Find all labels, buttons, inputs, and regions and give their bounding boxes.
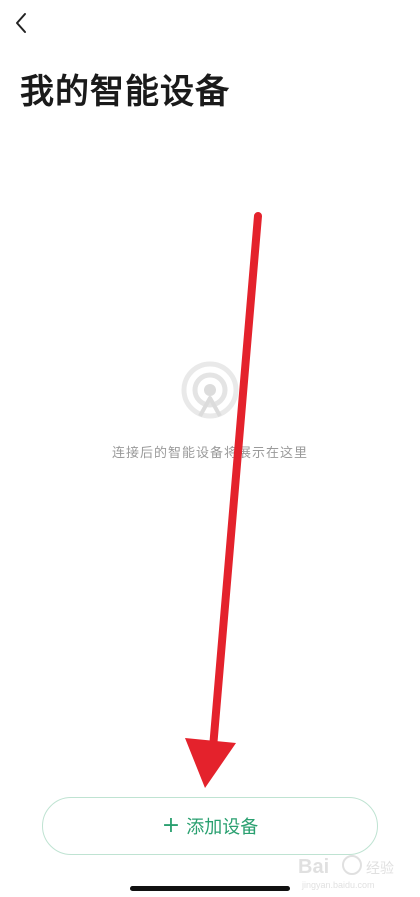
svg-text:Bai: Bai <box>298 856 329 878</box>
plus-icon: + <box>161 813 181 838</box>
signal-broadcast-icon <box>181 361 239 419</box>
svg-text:经验: 经验 <box>366 860 394 876</box>
back-button[interactable] <box>8 8 34 38</box>
empty-state-message: 连接后的智能设备将展示在这里 <box>111 446 308 461</box>
add-device-button[interactable]: + 添加设备 <box>42 797 378 855</box>
empty-state: 连接后的智能设备将展示在这里 <box>0 360 420 461</box>
add-device-label: 添加设备 <box>186 817 259 838</box>
home-indicator <box>130 886 290 891</box>
baidu-watermark: Bai 经验 jingyan.baidu.com <box>298 855 394 890</box>
page-title: 我的智能设备 <box>20 72 230 112</box>
svg-text:jingyan.baidu.com: jingyan.baidu.com <box>301 880 375 890</box>
chevron-left-icon <box>16 13 26 33</box>
